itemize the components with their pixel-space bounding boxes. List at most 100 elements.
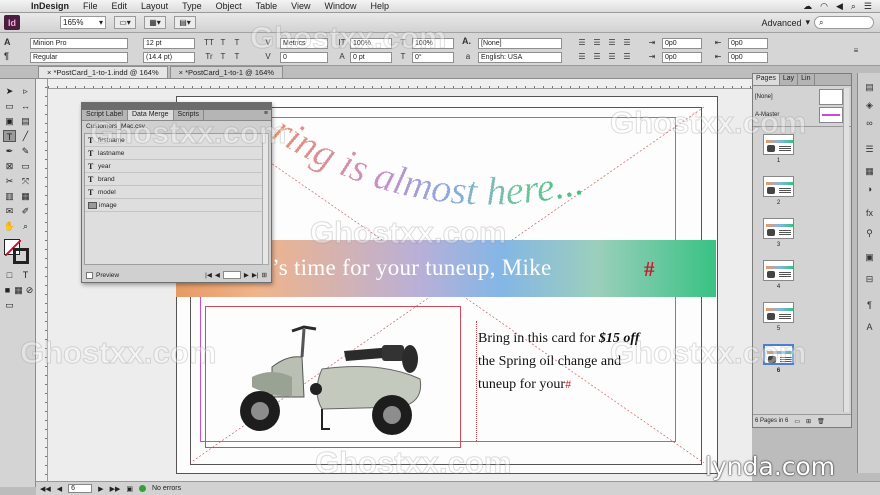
last-page-icon[interactable]: ▶▶	[110, 485, 121, 493]
vertical-ruler[interactable]	[36, 79, 48, 481]
horizontal-scale-field[interactable]: 100%	[412, 38, 454, 49]
font-size-field[interactable]: 12 pt	[143, 38, 195, 49]
paragraph-styles-panel-icon[interactable]: ¶	[863, 299, 876, 311]
tab-links[interactable]: Lin	[798, 74, 815, 85]
tab-data-merge[interactable]: Data Merge	[127, 110, 174, 120]
list-item[interactable]: Tfirstname	[85, 134, 263, 147]
menu-app[interactable]: InDesign	[24, 1, 76, 11]
scrollbar[interactable]	[843, 88, 849, 412]
a-master-label[interactable]: A-Master	[755, 112, 779, 118]
note-tool-icon[interactable]: ✉	[3, 205, 16, 217]
creative-cloud-icon[interactable]: ☁	[803, 1, 812, 12]
list-item[interactable]: Tbrand	[85, 173, 263, 186]
view-options-icon[interactable]: ▭▾	[114, 16, 136, 29]
menu-type[interactable]: Type	[175, 1, 209, 11]
gap-tool-icon[interactable]: ↔	[19, 100, 32, 112]
justify-right-button[interactable]: ☰	[606, 51, 618, 62]
panel-menu-icon[interactable]: ≡	[261, 110, 271, 120]
none-master-thumbnail[interactable]	[819, 89, 843, 105]
horizontal-ruler[interactable]	[48, 79, 752, 89]
last-record-icon[interactable]: ▶|	[252, 271, 259, 279]
text-wrap-panel-icon[interactable]: ▣	[863, 251, 876, 263]
strikethrough-button[interactable]: T	[231, 51, 243, 62]
previous-record-icon[interactable]: ◀	[215, 271, 220, 279]
type-tool-icon[interactable]: T	[3, 130, 16, 142]
right-indent-field[interactable]: 0p0	[728, 38, 768, 49]
layers-panel-icon[interactable]: ◈	[863, 99, 876, 111]
selection-tool-icon[interactable]: ➤	[3, 85, 16, 97]
tab-postcard[interactable]: × *PostCard_1-to-1 @ 164%	[169, 66, 284, 78]
arrange-documents-icon[interactable]: ▤▾	[174, 16, 196, 29]
list-item[interactable]: Tmodel	[85, 186, 263, 199]
none-master-label[interactable]: [None]	[755, 94, 773, 100]
search-icon[interactable]: ⌕	[851, 1, 856, 12]
justify-all-button[interactable]: ☰	[621, 51, 633, 62]
small-caps-button[interactable]: Tr	[203, 51, 215, 62]
last-line-indent-field[interactable]: 0p0	[728, 52, 768, 63]
list-item[interactable]: image	[85, 199, 263, 212]
tab-pages[interactable]: Pages	[753, 74, 780, 85]
font-family-field[interactable]: Minion Pro	[30, 38, 128, 49]
character-mode-icon[interactable]: A	[4, 37, 11, 47]
leading-field[interactable]: (14.4 pt)	[143, 52, 195, 63]
page-thumbnail-6[interactable]	[763, 344, 794, 365]
panel-titlebar[interactable]	[82, 103, 271, 110]
banner-text[interactable]: ’s time for your tuneup, Mike	[272, 255, 552, 281]
hand-tool-icon[interactable]: ✋	[3, 220, 16, 232]
menu-help[interactable]: Help	[364, 1, 397, 11]
align-left-button[interactable]: ☰	[576, 37, 588, 48]
swatches-panel-icon[interactable]: ▦	[863, 165, 876, 177]
links-panel-icon[interactable]: ∞	[863, 117, 876, 129]
page-tool-icon[interactable]: ▭	[3, 100, 16, 112]
underline-button[interactable]: T	[231, 37, 243, 48]
justify-left-button[interactable]: ☰	[576, 51, 588, 62]
preview-checkbox[interactable]	[86, 271, 93, 279]
open-page-icon[interactable]: ▣	[126, 485, 133, 493]
all-caps-button[interactable]: TT	[203, 37, 215, 48]
scooter-image[interactable]	[232, 317, 432, 439]
skew-field[interactable]: 0°	[412, 52, 454, 63]
workspace-switcher[interactable]: Advanced ▾	[761, 17, 810, 28]
zoom-tool-icon[interactable]: ⌕	[19, 220, 32, 232]
page-thumbnail-3[interactable]	[763, 218, 794, 239]
pages-panel[interactable]: Pages Lay Lin [None] A-Master 1 2 3 4 5 …	[752, 73, 852, 428]
screen-mode-icon[interactable]: ▦▾	[144, 16, 166, 29]
wifi-icon[interactable]: ◠	[820, 1, 828, 12]
left-indent-field[interactable]: 0p0	[662, 38, 702, 49]
page-thumbnail-2[interactable]	[763, 176, 794, 197]
gradient-swatch-tool-icon[interactable]: ▥	[3, 190, 16, 202]
eyedropper-tool-icon[interactable]: ✐	[19, 205, 32, 217]
page-thumbnail-1[interactable]	[763, 134, 794, 155]
direct-selection-tool-icon[interactable]: ▹	[19, 85, 32, 97]
menu-table[interactable]: Table	[249, 1, 285, 11]
preflight-status[interactable]: No errors	[152, 485, 181, 492]
rectangle-frame-tool-icon[interactable]: ⊠	[3, 160, 16, 172]
page-number-field[interactable]: 6	[68, 484, 93, 493]
apply-none-icon[interactable]: ⊘	[23, 284, 36, 296]
list-item[interactable]: Tlastname	[85, 147, 263, 160]
page-size-icon[interactable]: ▭	[794, 418, 800, 425]
character-styles-panel-icon[interactable]: A	[863, 321, 876, 333]
tab-layers[interactable]: Lay	[780, 74, 799, 85]
pencil-tool-icon[interactable]: ✎	[19, 145, 32, 157]
data-merge-panel[interactable]: Script Label Data Merge Scripts ≡ Custom…	[81, 102, 272, 283]
create-merged-document-icon[interactable]: ⊞	[262, 271, 267, 279]
subscript-button[interactable]: T	[217, 51, 229, 62]
zoom-level-field[interactable]: 165% ▾	[60, 16, 106, 29]
superscript-button[interactable]: T	[217, 37, 229, 48]
color-panel-icon[interactable]: ◑	[863, 183, 876, 195]
next-page-icon[interactable]: ▶	[98, 485, 103, 493]
body-text-frame[interactable]: Bring in this card for $15 off the Sprin…	[478, 327, 698, 396]
stroke-swatch[interactable]	[13, 248, 29, 264]
tab-scripts[interactable]: Scripts	[174, 110, 204, 120]
font-style-field[interactable]: Regular	[30, 52, 128, 63]
pen-tool-icon[interactable]: ✒	[3, 145, 16, 157]
rectangle-tool-icon[interactable]: ▭	[19, 160, 32, 172]
new-page-icon[interactable]: ⊞	[806, 418, 811, 425]
character-style-field[interactable]: [None]	[478, 38, 562, 49]
line-tool-icon[interactable]: ╱	[19, 130, 32, 142]
page-thumbnail-4[interactable]	[763, 260, 794, 281]
menu-layout[interactable]: Layout	[134, 1, 175, 11]
first-line-indent-field[interactable]: 0p0	[662, 52, 702, 63]
menu-file[interactable]: File	[76, 1, 105, 11]
